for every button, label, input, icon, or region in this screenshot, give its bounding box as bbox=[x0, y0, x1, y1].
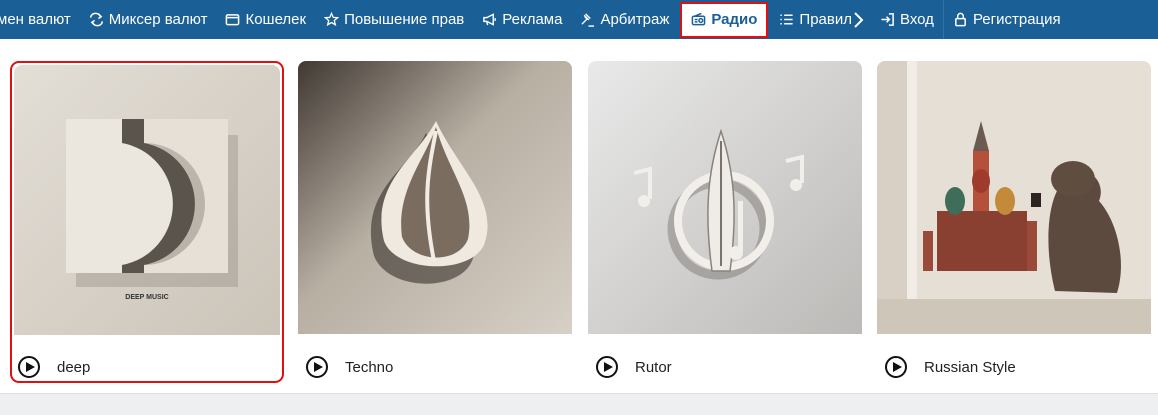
station-card[interactable]: DEEP MUSIC deep bbox=[10, 61, 284, 383]
nav-item-label: Кошелек bbox=[245, 11, 307, 28]
nav-item-arbitration[interactable]: Арбитраж bbox=[571, 0, 678, 39]
login-label: Вход bbox=[900, 11, 934, 28]
login-link[interactable]: Вход bbox=[871, 0, 943, 39]
station-card[interactable]: Techno bbox=[298, 61, 572, 383]
station-cover[interactable] bbox=[298, 61, 572, 334]
radio-station-grid: DEEP MUSIC deep Techno Rutor Russian Sty… bbox=[0, 39, 1158, 393]
play-button[interactable] bbox=[306, 356, 328, 378]
deep-music-cover: DEEP MUSIC bbox=[14, 65, 280, 335]
top-navbar: мен валют Миксер валют Кошелек Повышение… bbox=[0, 0, 1158, 39]
nav-item-label: мен валют bbox=[0, 11, 71, 28]
repeat-icon bbox=[89, 12, 103, 27]
rutor-cover bbox=[588, 61, 862, 334]
nav-item-ads[interactable]: Реклама bbox=[473, 0, 571, 39]
station-footer: Russian Style bbox=[885, 354, 1016, 380]
nav-item-label: Радио bbox=[711, 11, 758, 28]
star-icon bbox=[324, 12, 340, 27]
play-icon bbox=[25, 362, 35, 372]
wallet-icon bbox=[226, 14, 240, 26]
station-footer: Rutor bbox=[596, 354, 672, 380]
play-icon bbox=[603, 362, 613, 372]
nav-item-label: Правил bbox=[799, 11, 852, 28]
station-card[interactable]: Rutor bbox=[588, 61, 862, 383]
nav-item-exchange[interactable]: мен валют bbox=[0, 0, 80, 39]
station-card[interactable]: Russian Style bbox=[877, 61, 1151, 383]
nav-item-mixer[interactable]: Миксер валют bbox=[80, 0, 217, 39]
station-cover[interactable] bbox=[877, 61, 1151, 334]
station-title: Rutor bbox=[635, 358, 672, 376]
nav-item-upgrade[interactable]: Повышение прав bbox=[315, 0, 473, 39]
register-label: Регистрация bbox=[972, 11, 1061, 28]
list-icon bbox=[780, 14, 794, 25]
nav-item-label: Миксер валют bbox=[108, 11, 208, 28]
sign-in-icon bbox=[881, 13, 894, 26]
nav-item-label: Реклама bbox=[502, 11, 563, 28]
play-button[interactable] bbox=[18, 356, 40, 378]
station-cover[interactable] bbox=[588, 61, 862, 334]
play-icon bbox=[313, 362, 323, 372]
nav-item-label: Арбитраж bbox=[600, 11, 670, 28]
station-title: deep bbox=[57, 358, 91, 376]
station-title: Techno bbox=[345, 358, 394, 376]
station-footer: deep bbox=[18, 354, 90, 380]
nav-item-label: Повышение прав bbox=[344, 11, 465, 28]
play-button[interactable] bbox=[885, 356, 907, 378]
station-title: Russian Style bbox=[924, 358, 1016, 376]
page-footer-strip bbox=[0, 393, 1158, 415]
auth-links: Вход Регистрация bbox=[871, 0, 1070, 39]
station-footer: Techno bbox=[306, 354, 393, 380]
svg-text:DEEP MUSIC: DEEP MUSIC bbox=[125, 294, 168, 301]
play-icon bbox=[892, 362, 902, 372]
russian-style-cover bbox=[877, 61, 1151, 334]
gavel-icon bbox=[581, 13, 595, 27]
nav-item-rules[interactable]: Правил bbox=[770, 0, 861, 39]
register-link[interactable]: Регистрация bbox=[944, 0, 1070, 39]
megaphone-icon bbox=[483, 13, 497, 26]
station-cover[interactable]: DEEP MUSIC bbox=[14, 65, 280, 335]
lock-icon bbox=[955, 12, 966, 27]
play-button[interactable] bbox=[596, 356, 618, 378]
techno-cover bbox=[298, 61, 572, 334]
radio-icon bbox=[692, 12, 706, 26]
nav-item-wallet[interactable]: Кошелек bbox=[216, 0, 315, 39]
nav-item-radio[interactable]: Радио bbox=[680, 1, 769, 38]
